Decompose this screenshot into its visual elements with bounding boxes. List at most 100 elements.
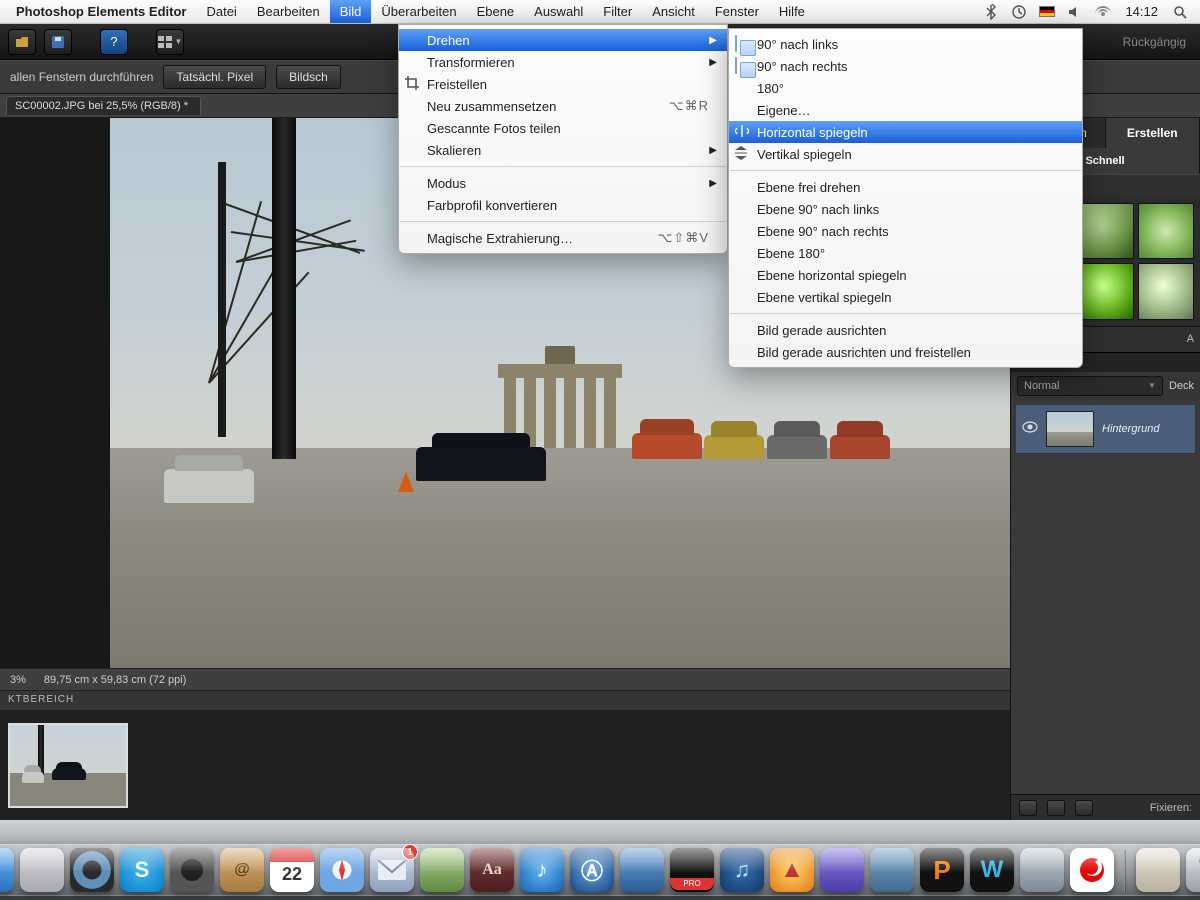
filter-swatch[interactable] — [1138, 203, 1194, 259]
all-windows-label: allen Fenstern durchführen — [10, 70, 153, 84]
status-bluetooth-icon[interactable] — [977, 4, 1005, 20]
bild-item[interactable]: Transformieren▶ — [399, 51, 727, 73]
tab-create[interactable]: Erstellen — [1106, 118, 1200, 148]
document-tab[interactable]: SC00002.JPG bei 25,5% (RGB/8) * — [6, 96, 201, 115]
drehen-item[interactable]: 180° — [729, 77, 1082, 99]
bild-item[interactable]: Farbprofil konvertieren — [399, 194, 727, 216]
drehen-item[interactable]: Ebene 90° nach rechts — [729, 220, 1082, 242]
filter-swatch[interactable] — [1077, 203, 1133, 259]
bild-item[interactable]: Neu zusammensetzen⌥⌘R — [399, 95, 727, 117]
dock-app-p-icon[interactable]: P — [920, 848, 964, 892]
dock-app-w-icon[interactable]: W — [970, 848, 1014, 892]
menu-fenster[interactable]: Fenster — [705, 0, 769, 23]
status-timemachine-icon[interactable] — [1005, 4, 1033, 20]
lock-label: Fixieren: — [1150, 802, 1192, 814]
dock-music-icon[interactable]: ♫ — [720, 848, 764, 892]
dock-mail-icon[interactable]: 1 — [370, 848, 414, 892]
filter-swatch[interactable] — [1077, 263, 1133, 319]
save-button[interactable] — [44, 29, 72, 55]
dock-trash-icon[interactable] — [1186, 848, 1200, 892]
tree-graphic — [128, 140, 398, 443]
mail-badge: 1 — [402, 844, 418, 860]
status-volume-icon[interactable] — [1061, 4, 1089, 20]
fit-screen-button[interactable]: Bildsch — [276, 65, 341, 89]
dock-skype-icon[interactable]: S — [120, 848, 164, 892]
new-layer-icon[interactable] — [1019, 800, 1037, 816]
dock-contacts-icon[interactable]: @ — [220, 848, 264, 892]
drehen-item[interactable]: Bild gerade ausrichten — [729, 319, 1082, 341]
status-flag-icon[interactable] — [1033, 6, 1061, 17]
dock-quicktime-icon[interactable] — [70, 848, 114, 892]
drehen-item[interactable]: Ebene frei drehen — [729, 176, 1082, 198]
bild-item[interactable]: Drehen▶ — [399, 29, 727, 51]
open-button[interactable] — [8, 29, 36, 55]
drehen-item[interactable]: Eigene… — [729, 99, 1082, 121]
drehen-item[interactable]: Horizontal spiegeln — [729, 121, 1082, 143]
fx-icon[interactable] — [1047, 800, 1065, 816]
dock-app-icon[interactable] — [620, 848, 664, 892]
bild-item[interactable]: Skalieren▶ — [399, 139, 727, 161]
drehen-item[interactable]: Ebene vertikal spiegeln — [729, 286, 1082, 308]
dock-app-icon[interactable] — [1020, 848, 1064, 892]
arrange-button[interactable]: ▼ — [156, 29, 184, 55]
bild-item[interactable]: Freistellen — [399, 73, 727, 95]
dock-area: ☺ S @ 22 1 Aa ♪ Ⓐ PRO ♫ ▲ P W — [0, 820, 1200, 900]
dock-appstore-icon[interactable]: Ⓐ — [570, 848, 614, 892]
dock-app-pro-icon[interactable]: PRO — [670, 848, 714, 892]
zoom-value[interactable]: 3% — [10, 674, 26, 686]
status-spotlight-icon[interactable] — [1166, 4, 1194, 20]
dock-dictionary-icon[interactable]: Aa — [470, 848, 514, 892]
menu-ansicht[interactable]: Ansicht — [642, 0, 705, 23]
dock-stack-icon[interactable] — [1136, 848, 1180, 892]
undo-label[interactable]: Rückgängig — [1117, 35, 1192, 49]
drehen-item[interactable]: Ebene 180° — [729, 242, 1082, 264]
bild-item[interactable]: Modus▶ — [399, 172, 727, 194]
visibility-icon[interactable] — [1022, 421, 1038, 436]
dock-preview-icon[interactable] — [420, 848, 464, 892]
help-button[interactable]: ? — [100, 29, 128, 55]
filter-swatch[interactable] — [1138, 263, 1194, 319]
project-bin — [0, 710, 1010, 820]
drehen-item[interactable]: Ebene 90° nach links — [729, 198, 1082, 220]
filter-more-button[interactable]: A — [1187, 333, 1194, 345]
menu-ebene[interactable]: Ebene — [467, 0, 525, 23]
bild-item[interactable]: Gescannte Fotos teilen — [399, 117, 727, 139]
dock-safari-icon[interactable] — [320, 848, 364, 892]
drehen-item[interactable]: 90° nach rechts — [729, 55, 1082, 77]
dock-app-icon[interactable] — [820, 848, 864, 892]
dock-burn-icon[interactable]: ▲ — [770, 848, 814, 892]
dock-dashboard-icon[interactable] — [170, 848, 214, 892]
menu-filter[interactable]: Filter — [593, 0, 642, 23]
drehen-item[interactable]: Ebene horizontal spiegeln — [729, 264, 1082, 286]
layer-thumbnail — [1046, 411, 1094, 447]
layer-name: Hintergrund — [1102, 423, 1159, 435]
menu-auswahl[interactable]: Auswahl — [524, 0, 593, 23]
drehen-item[interactable]: 90° nach links — [729, 33, 1082, 55]
menu-hilfe[interactable]: Hilfe — [769, 0, 815, 23]
dock-vodafone-icon[interactable] — [1070, 848, 1114, 892]
menubar-clock[interactable]: 14:12 — [1117, 4, 1166, 19]
drehen-submenu: 90° nach links90° nach rechts180°Eigene…… — [728, 28, 1083, 368]
dock-itunes-icon[interactable]: ♪ — [520, 848, 564, 892]
blend-mode-select[interactable]: Normal▼ — [1017, 376, 1163, 396]
menu-ueberarbeiten[interactable]: Überarbeiten — [371, 0, 466, 23]
dock-app-icon[interactable] — [870, 848, 914, 892]
mac-menubar: Photoshop Elements Editor Datei Bearbeit… — [0, 0, 1200, 24]
actual-pixels-button[interactable]: Tatsächl. Pixel — [163, 65, 266, 89]
layer-background[interactable]: Hintergrund — [1015, 404, 1196, 454]
layers-footer: Fixieren: — [1011, 794, 1200, 820]
status-wifi-icon[interactable] — [1089, 6, 1117, 18]
dock-app-icon[interactable] — [20, 848, 64, 892]
dock-finder-icon[interactable]: ☺ — [0, 848, 14, 892]
doc-dimensions: 89,75 cm x 59,83 cm (72 ppi) — [44, 674, 186, 686]
project-bin-header[interactable]: KTBEREICH — [0, 690, 1010, 710]
drehen-item[interactable]: Bild gerade ausrichten und freistellen — [729, 341, 1082, 363]
menu-datei[interactable]: Datei — [196, 0, 246, 23]
dock-calendar-icon[interactable]: 22 — [270, 848, 314, 892]
trash-icon[interactable] — [1075, 800, 1093, 816]
bild-item[interactable]: Magische Extrahierung…⌥⇧⌘V — [399, 227, 727, 249]
menu-bild[interactable]: Bild — [330, 0, 372, 23]
drehen-item[interactable]: Vertikal spiegeln — [729, 143, 1082, 165]
menu-bearbeiten[interactable]: Bearbeiten — [247, 0, 330, 23]
bin-thumbnail[interactable] — [8, 723, 128, 808]
